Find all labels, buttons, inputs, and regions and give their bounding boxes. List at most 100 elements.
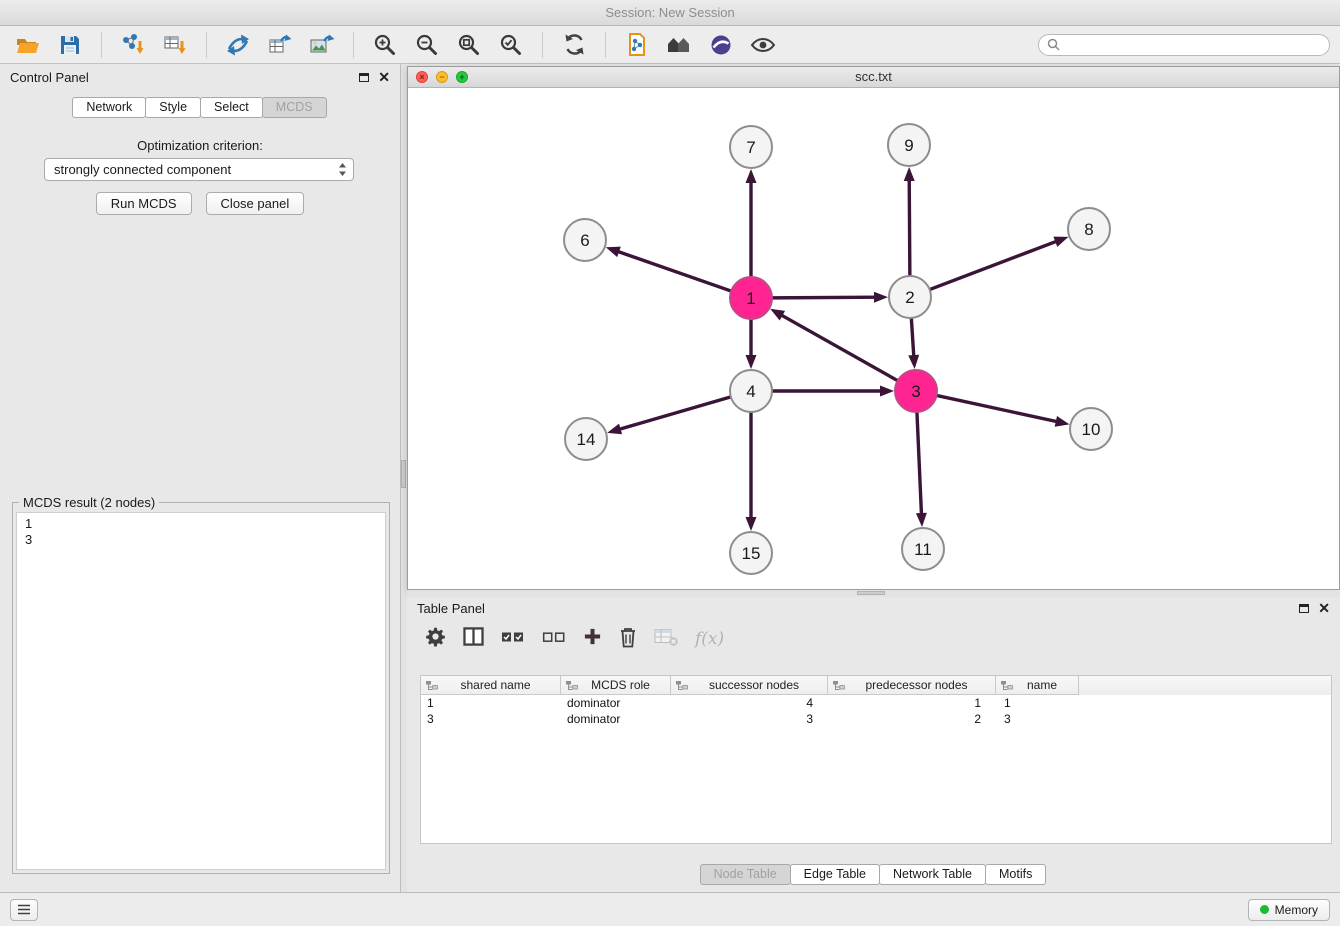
mcds-result-group: MCDS result (2 nodes) 13 bbox=[12, 502, 390, 874]
select-all-icon[interactable] bbox=[501, 629, 525, 650]
zoom-selected-icon[interactable] bbox=[493, 30, 529, 60]
deselect-all-icon[interactable] bbox=[542, 629, 566, 650]
tab-style[interactable]: Style bbox=[145, 97, 201, 118]
refresh-view-icon[interactable] bbox=[556, 30, 592, 60]
select-stepper-icon bbox=[338, 162, 347, 177]
column-header-predecessor-nodes[interactable]: predecessor nodes bbox=[828, 676, 996, 695]
graph-node-4[interactable]: 4 bbox=[730, 370, 772, 412]
graph-edge-arrowhead bbox=[904, 167, 915, 181]
graph-edge-3-10[interactable] bbox=[937, 395, 1059, 422]
export-table-icon[interactable] bbox=[262, 30, 298, 60]
open-session-icon[interactable] bbox=[10, 30, 46, 60]
tab-network-table[interactable]: Network Table bbox=[879, 864, 986, 885]
tab-network[interactable]: Network bbox=[72, 97, 146, 118]
graph-node-7[interactable]: 7 bbox=[730, 126, 772, 168]
horizontal-splitter[interactable] bbox=[407, 590, 1340, 597]
run-mcds-button[interactable]: Run MCDS bbox=[96, 192, 192, 215]
save-session-icon[interactable] bbox=[52, 30, 88, 60]
graph-edge-2-3[interactable] bbox=[911, 318, 914, 358]
column-header-successor-nodes[interactable]: successor nodes bbox=[671, 676, 828, 695]
graph-node-6[interactable]: 6 bbox=[564, 219, 606, 261]
table-row[interactable]: 3dominator323 bbox=[421, 711, 1331, 727]
float-table-panel-icon[interactable] bbox=[1299, 604, 1309, 613]
graph-edge-arrowhead bbox=[1053, 237, 1068, 247]
import-table-icon[interactable] bbox=[157, 30, 193, 60]
graph-node-8[interactable]: 8 bbox=[1068, 208, 1110, 250]
graph-node-9[interactable]: 9 bbox=[888, 124, 930, 166]
tab-motifs[interactable]: Motifs bbox=[985, 864, 1046, 885]
tab-select[interactable]: Select bbox=[200, 97, 263, 118]
optimization-criterion-label: Optimization criterion: bbox=[0, 138, 400, 153]
column-header-mcds-role[interactable]: MCDS role bbox=[561, 676, 671, 695]
vertical-splitter-handle[interactable] bbox=[401, 460, 406, 488]
column-type-icon bbox=[425, 680, 438, 691]
graph-edge-arrowhead bbox=[1055, 416, 1070, 427]
svg-text:8: 8 bbox=[1084, 220, 1093, 239]
zoom-fit-icon[interactable] bbox=[451, 30, 487, 60]
graph-node-2[interactable]: 2 bbox=[889, 276, 931, 318]
close-panel-button[interactable]: Close panel bbox=[206, 192, 305, 215]
column-header-name[interactable]: name bbox=[996, 676, 1079, 695]
svg-text:14: 14 bbox=[577, 430, 596, 449]
new-network-icon[interactable] bbox=[220, 30, 256, 60]
home-icon[interactable] bbox=[661, 30, 697, 60]
network-graph[interactable]: 7 9 6 8 1 2 4 3 14 10 15 11 bbox=[408, 88, 1339, 589]
graph-node-14[interactable]: 14 bbox=[565, 418, 607, 460]
graph-edge-4-14[interactable] bbox=[618, 397, 731, 430]
window-close-icon[interactable]: × bbox=[416, 71, 428, 83]
graph-node-11[interactable]: 11 bbox=[902, 528, 944, 570]
add-column-icon[interactable] bbox=[583, 627, 602, 651]
graph-edge-3-11[interactable] bbox=[917, 412, 922, 516]
graph-node-10[interactable]: 10 bbox=[1070, 408, 1112, 450]
optimization-criterion-select[interactable]: strongly connected component bbox=[44, 158, 354, 181]
delete-column-icon[interactable] bbox=[619, 626, 637, 653]
graph-edge-1-2[interactable] bbox=[772, 297, 877, 298]
show-details-eye-icon[interactable] bbox=[745, 30, 781, 60]
graph-edge-2-9[interactable] bbox=[909, 178, 910, 276]
window-zoom-icon[interactable]: + bbox=[456, 71, 468, 83]
graph-edge-arrowhead bbox=[874, 292, 888, 303]
tab-node-table[interactable]: Node Table bbox=[700, 864, 791, 885]
graph-node-3[interactable]: 3 bbox=[895, 370, 937, 412]
apply-style-icon[interactable] bbox=[703, 30, 739, 60]
tab-mcds[interactable]: MCDS bbox=[262, 97, 327, 118]
network-from-selection-icon[interactable] bbox=[619, 30, 655, 60]
gear-icon[interactable] bbox=[425, 626, 446, 652]
horizontal-splitter-handle[interactable] bbox=[857, 591, 885, 595]
zoom-out-icon[interactable] bbox=[409, 30, 445, 60]
control-panel: Control Panel ✕ NetworkStyleSelectMCDS O… bbox=[0, 64, 401, 892]
graph-edge-3-1[interactable] bbox=[780, 314, 898, 380]
result-item[interactable]: 1 bbox=[25, 516, 377, 532]
export-image-icon[interactable] bbox=[304, 30, 340, 60]
memory-button[interactable]: Memory bbox=[1248, 899, 1330, 921]
table-header-row: shared nameMCDS rolesuccessor nodesprede… bbox=[421, 676, 1331, 695]
column-type-icon bbox=[675, 680, 688, 691]
column-type-icon bbox=[565, 680, 578, 691]
result-item[interactable]: 3 bbox=[25, 532, 377, 548]
zoom-in-icon[interactable] bbox=[367, 30, 403, 60]
graph-edge-2-8[interactable] bbox=[930, 241, 1059, 290]
toggle-column-icon[interactable] bbox=[463, 627, 484, 651]
float-panel-icon[interactable] bbox=[359, 73, 369, 82]
import-network-icon[interactable] bbox=[115, 30, 151, 60]
network-canvas[interactable]: 7 9 6 8 1 2 4 3 14 10 15 11 bbox=[408, 88, 1339, 589]
search-field[interactable] bbox=[1038, 34, 1330, 56]
column-header-shared-name[interactable]: shared name bbox=[421, 676, 561, 695]
graph-edge-1-6[interactable] bbox=[616, 251, 731, 291]
delete-table-icon[interactable] bbox=[654, 627, 678, 652]
function-builder-icon[interactable]: f(x) bbox=[695, 629, 724, 649]
table-row[interactable]: 1dominator411 bbox=[421, 695, 1331, 711]
optimization-criterion-value: strongly connected component bbox=[54, 162, 231, 177]
search-input[interactable] bbox=[1065, 38, 1321, 52]
close-panel-icon[interactable]: ✕ bbox=[378, 71, 390, 83]
tab-edge-table[interactable]: Edge Table bbox=[790, 864, 880, 885]
svg-text:9: 9 bbox=[904, 136, 913, 155]
graph-node-15[interactable]: 15 bbox=[730, 532, 772, 574]
window-minimize-icon[interactable]: − bbox=[436, 71, 448, 83]
graph-node-1[interactable]: 1 bbox=[730, 277, 772, 319]
close-table-panel-icon[interactable]: ✕ bbox=[1318, 602, 1330, 614]
mcds-result-list[interactable]: 13 bbox=[16, 512, 386, 870]
network-view-window: × − + scc.txt 7968124314101511 bbox=[407, 66, 1340, 590]
panel-menu-button[interactable] bbox=[10, 899, 38, 921]
table-cell: 1 bbox=[421, 696, 561, 710]
